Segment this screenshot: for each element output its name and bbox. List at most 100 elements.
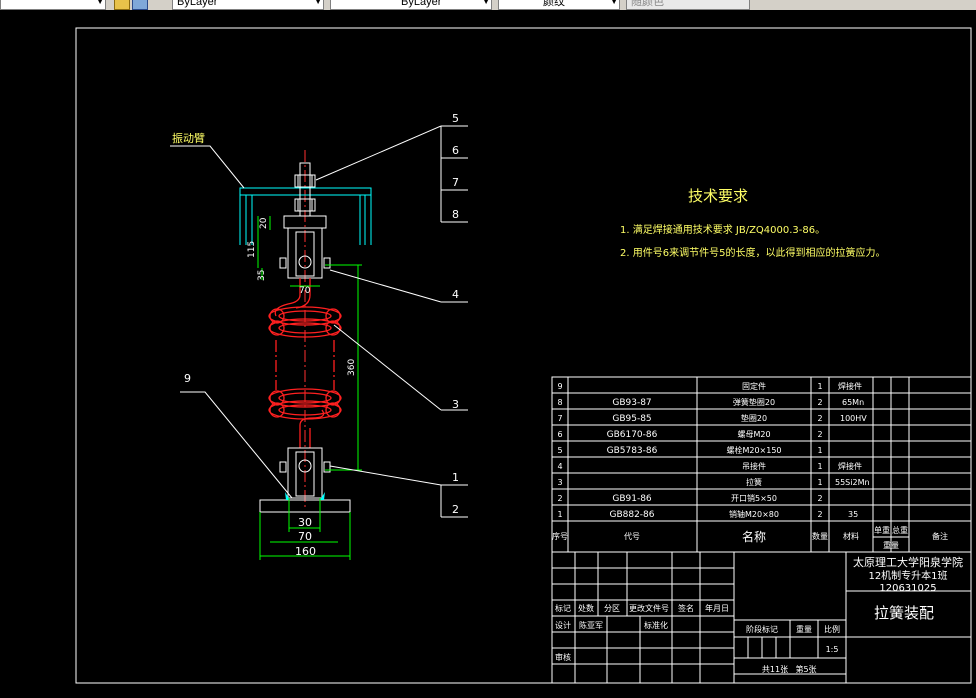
callout-8: 8 (452, 208, 459, 221)
bom-header-weight: 重量 (883, 540, 899, 550)
bom-name-8: 弹簧垫圈20 (733, 397, 775, 407)
bom-qty-6: 2 (817, 430, 822, 439)
tb-stage: 阶段标记 (746, 624, 778, 634)
plotstyle-select[interactable]: 随颜色 (626, 0, 750, 10)
tension-spring (268, 278, 342, 448)
linetype-select[interactable]: ByLayer ▼ (330, 0, 492, 10)
layer-tools-icon[interactable] (112, 0, 156, 10)
bom-qty-8: 2 (817, 398, 822, 407)
bom-mat-9: 焊接件 (838, 381, 862, 391)
lineweight-select-value: 颜纹 (543, 0, 565, 8)
bom-code-8: GB93-87 (612, 398, 651, 408)
tb-sheet-no: 第5张 (795, 664, 816, 674)
bom-no-8: 8 (557, 398, 562, 407)
dim-160: 160 (295, 545, 316, 558)
dimensions (257, 216, 362, 560)
bom-qty-2: 2 (817, 494, 822, 503)
bom-header-no: 序号 (552, 531, 568, 541)
tech-item-1: 1. 满足焊接通用技术要求 JB/ZQ4000.3-86。 (620, 223, 825, 236)
dim-20: 20 (259, 217, 269, 229)
tb-count: 处数 (578, 603, 594, 613)
workspace-select[interactable]: ▼ (0, 0, 106, 10)
bom-header-name: 名称 (742, 529, 766, 544)
bom-name-6: 螺母M20 (737, 429, 770, 439)
plotstyle-select-value: 随颜色 (631, 0, 664, 8)
cad-drawing: 振动臂 20 115 35 70 360 30 70 160 5 6 7 8 4… (75, 27, 972, 684)
callout-4: 4 (452, 288, 459, 301)
bom-qty-1: 2 (817, 510, 822, 519)
bom-code-2: GB91-86 (612, 494, 652, 504)
bom-mat-3: 55Si2Mn (835, 478, 870, 487)
bom-name-9: 固定件 (742, 381, 766, 391)
leader-label: 振动臂 (172, 131, 205, 145)
bom-mat-7: 100HV (840, 414, 867, 423)
bom-header-single: 单重 (874, 525, 890, 535)
bom-no-4: 4 (557, 462, 562, 471)
color-select[interactable]: ByLayer ▼ (172, 0, 324, 10)
chevron-down-icon: ▼ (96, 0, 104, 6)
tb-review: 审核 (555, 652, 571, 662)
callout-2: 2 (452, 503, 459, 516)
bom-qty-9: 1 (817, 382, 822, 391)
tb-sheets: 共11张 (762, 665, 788, 674)
bom-mat-1: 35 (848, 510, 858, 519)
student-id: 120631025 (879, 583, 936, 594)
bom-no-5: 5 (557, 446, 562, 455)
bom-name-1: 销轴M20×80 (729, 509, 779, 519)
drawing-title: 拉簧装配 (874, 604, 934, 622)
bom-code-6: GB6170-86 (607, 430, 658, 440)
drawing-canvas[interactable]: 振动臂 20 115 35 70 360 30 70 160 5 6 7 8 4… (0, 10, 976, 698)
tb-standard: 标准化 (644, 620, 668, 630)
bom-code-5: GB5783-86 (607, 446, 658, 456)
callout-9: 9 (184, 372, 191, 385)
tb-zone: 分区 (604, 604, 620, 613)
bom-header-qty: 数量 (812, 531, 828, 541)
tb-scale: 比例 (824, 624, 840, 634)
leader-line-arm (170, 145, 245, 189)
bom-mat-8: 65Mn (842, 398, 864, 407)
callout-stack-top (180, 125, 468, 518)
bom-qty-5: 1 (817, 446, 822, 455)
tech-title: 技术要求 (688, 187, 748, 205)
chevron-down-icon: ▼ (314, 0, 322, 6)
bom-qty-3: 1 (817, 478, 822, 487)
bom-name-4: 吊接件 (742, 461, 766, 471)
bom-qty-4: 1 (817, 462, 822, 471)
tb-sign: 签名 (678, 603, 694, 613)
bom-header-code: 代号 (624, 531, 640, 541)
dim-360: 360 (347, 359, 357, 376)
tb-weight: 重量 (796, 624, 812, 634)
tb-design: 设计 (555, 620, 571, 630)
linetype-select-value: ByLayer (401, 0, 442, 8)
bom-code-1: GB882-86 (609, 510, 654, 520)
callout-3: 3 (452, 398, 459, 411)
bom-header-total: 总重 (892, 525, 908, 535)
tech-item-2: 2. 用件号6来调节件号5的长度，以此得到相应的拉簧应力。 (620, 246, 885, 259)
tb-mark: 标记 (555, 603, 571, 613)
bom-no-2: 2 (557, 494, 562, 503)
bom-name-7: 垫圈20 (741, 413, 767, 423)
lineweight-select[interactable]: 颜纹 ▼ (498, 0, 620, 10)
bom-mat-4: 焊接件 (838, 461, 862, 471)
chevron-down-icon: ▼ (610, 0, 618, 6)
title-block-text: 太原理工大学阳泉学院 12机制专升本1班 120631025 拉簧装配 标记 处… (555, 555, 963, 674)
class-name: 12机制专升本1班 (868, 569, 947, 582)
bom-code-7: GB95-85 (612, 414, 651, 424)
dim-70b: 70 (298, 530, 312, 543)
bom-rows: 9 固定件 1 焊接件 8 GB93-87 弹簧垫圈20 2 65Mn 7 GB… (552, 381, 948, 550)
school-name: 太原理工大学阳泉学院 (853, 555, 963, 569)
bom-no-9: 9 (557, 382, 562, 391)
bom-header-mat: 材料 (843, 531, 859, 541)
dim-70a: 70 (299, 286, 311, 296)
bom-name-2: 开口销5×50 (731, 493, 777, 503)
dim-30: 30 (298, 516, 312, 529)
bom-name-3: 拉簧 (746, 477, 762, 487)
bom-header-note: 备注 (932, 531, 948, 541)
bom-no-3: 3 (557, 478, 562, 487)
bom-no-1: 1 (557, 510, 562, 519)
dim-35: 35 (257, 270, 267, 281)
callout-1: 1 (452, 471, 459, 484)
toolbar: ▼ ByLayer ▼ ByLayer ▼ 颜纹 ▼ 随颜色 (0, 0, 976, 10)
callout-7: 7 (452, 176, 459, 189)
drawing-border (75, 27, 972, 684)
